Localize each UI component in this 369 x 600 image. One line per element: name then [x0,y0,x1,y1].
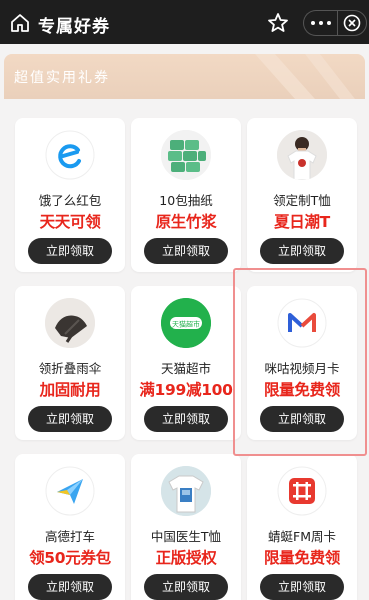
home-icon[interactable] [10,13,30,33]
close-icon [343,14,361,32]
tissue-icon [161,130,211,180]
doctor-tshirt-icon [161,466,211,516]
coupon-promo: 夏日潮T [274,213,330,231]
coupon-promo: 限量免费领 [263,549,340,567]
more-dot [326,21,331,25]
coupon-card[interactable]: 领折叠雨伞 加固耐用 立即领取 [15,286,125,440]
tshirt-photo-icon [277,130,327,180]
coupon-promo: 天天可领 [39,213,101,231]
coupon-name: 10包抽纸 [159,193,213,208]
coupon-name: 高德打车 [44,529,95,544]
coupon-promo: 满199减100 [139,381,233,399]
eleme-icon [45,130,95,180]
coupon-card[interactable]: 领定制T恤 夏日潮T 立即领取 [247,118,357,272]
claim-button[interactable]: 立即领取 [28,574,112,600]
coupon-name: 中国医生T恤 [150,529,222,544]
coupon-name: 领定制T恤 [273,193,331,208]
amap-taxi-icon [45,466,95,516]
coupon-card[interactable]: 蜻蜓FM周卡 限量免费领 立即领取 [247,454,357,600]
coupon-promo: 正版授权 [155,549,217,567]
claim-button[interactable]: 立即领取 [144,238,228,264]
more-dot [318,21,323,25]
coupon-card[interactable]: 中国医生T恤 正版授权 立即领取 [131,454,241,600]
page-title: 专属好券 [38,17,110,37]
title-bar: 专属好券 [0,0,369,44]
star-icon[interactable] [266,11,290,35]
claim-button[interactable]: 立即领取 [144,406,228,432]
tmall-badge-text: 天猫超市 [172,320,200,329]
qingting-fm-icon [277,466,327,516]
coupon-card[interactable]: 10包抽纸 原生竹浆 立即领取 [131,118,241,272]
coupon-name: 领折叠雨伞 [38,361,102,376]
coupon-name: 天猫超市 [160,361,211,376]
claim-button[interactable]: 立即领取 [144,574,228,600]
more-button[interactable] [303,10,337,36]
coupon-card[interactable]: 饿了么红包 天天可领 立即领取 [15,118,125,272]
coupon-name: 饿了么红包 [38,193,102,208]
coupon-promo: 原生竹浆 [155,213,217,231]
section-banner: 超值实用礼券 [4,54,365,99]
coupon-promo: 领50元券包 [29,549,111,567]
section-title: 超值实用礼券 [14,70,110,86]
coupon-name: 蜻蜓FM周卡 [268,529,336,544]
coupon-promo: 加固耐用 [39,381,101,399]
coupon-page: 超值实用礼券 饿了么红包 天天可领 立即领取 10包抽纸 原生竹浆 立即领取 领… [0,44,369,600]
tmall-supermarket-icon: 天猫超市 [161,298,211,348]
claim-button[interactable]: 立即领取 [260,574,344,600]
coupon-card[interactable]: 天猫超市 天猫超市 满199减100 立即领取 [131,286,241,440]
claim-button[interactable]: 立即领取 [260,238,344,264]
more-dot [310,21,315,25]
claim-button[interactable]: 立即领取 [28,406,112,432]
close-button[interactable] [337,10,367,36]
banner-decoration [255,54,355,99]
umbrella-icon [45,298,95,348]
claim-button[interactable]: 立即领取 [28,238,112,264]
coupon-card[interactable]: 高德打车 领50元券包 立即领取 [15,454,125,600]
selection-highlight [233,268,367,456]
